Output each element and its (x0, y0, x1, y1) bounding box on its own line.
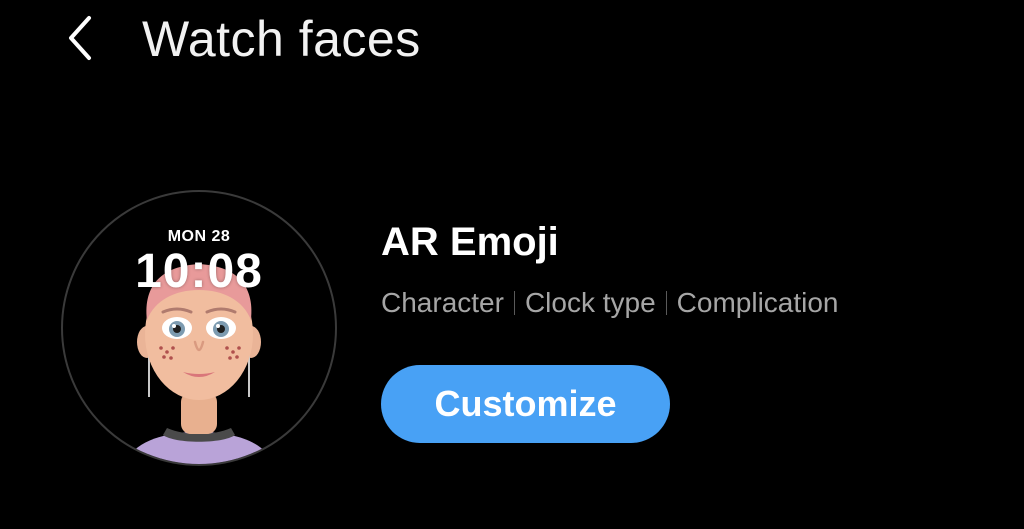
page-title: Watch faces (142, 11, 421, 67)
tag-divider (513, 291, 515, 315)
watch-time: 10:08 (135, 245, 263, 298)
tag-character: Character (381, 287, 504, 318)
watch-face-name: AR Emoji (381, 220, 559, 264)
tag-divider (665, 291, 667, 315)
header: Watch faces (0, 0, 1024, 90)
chevron-left-icon (65, 14, 95, 62)
watch-face-tags: Character Clock type Complication (381, 285, 839, 321)
customize-button[interactable]: Customize (381, 365, 670, 443)
watch-faces-screen: Watch faces MON 28 10:08 AR Emoji Charac… (0, 0, 1024, 529)
tag-complication: Complication (676, 287, 839, 318)
watch-face-preview[interactable]: MON 28 10:08 (61, 190, 337, 466)
watch-face-info: AR Emoji Character Clock type Complication (381, 215, 839, 321)
back-button[interactable] (52, 8, 108, 68)
tag-clock-type: Clock type (524, 287, 656, 318)
